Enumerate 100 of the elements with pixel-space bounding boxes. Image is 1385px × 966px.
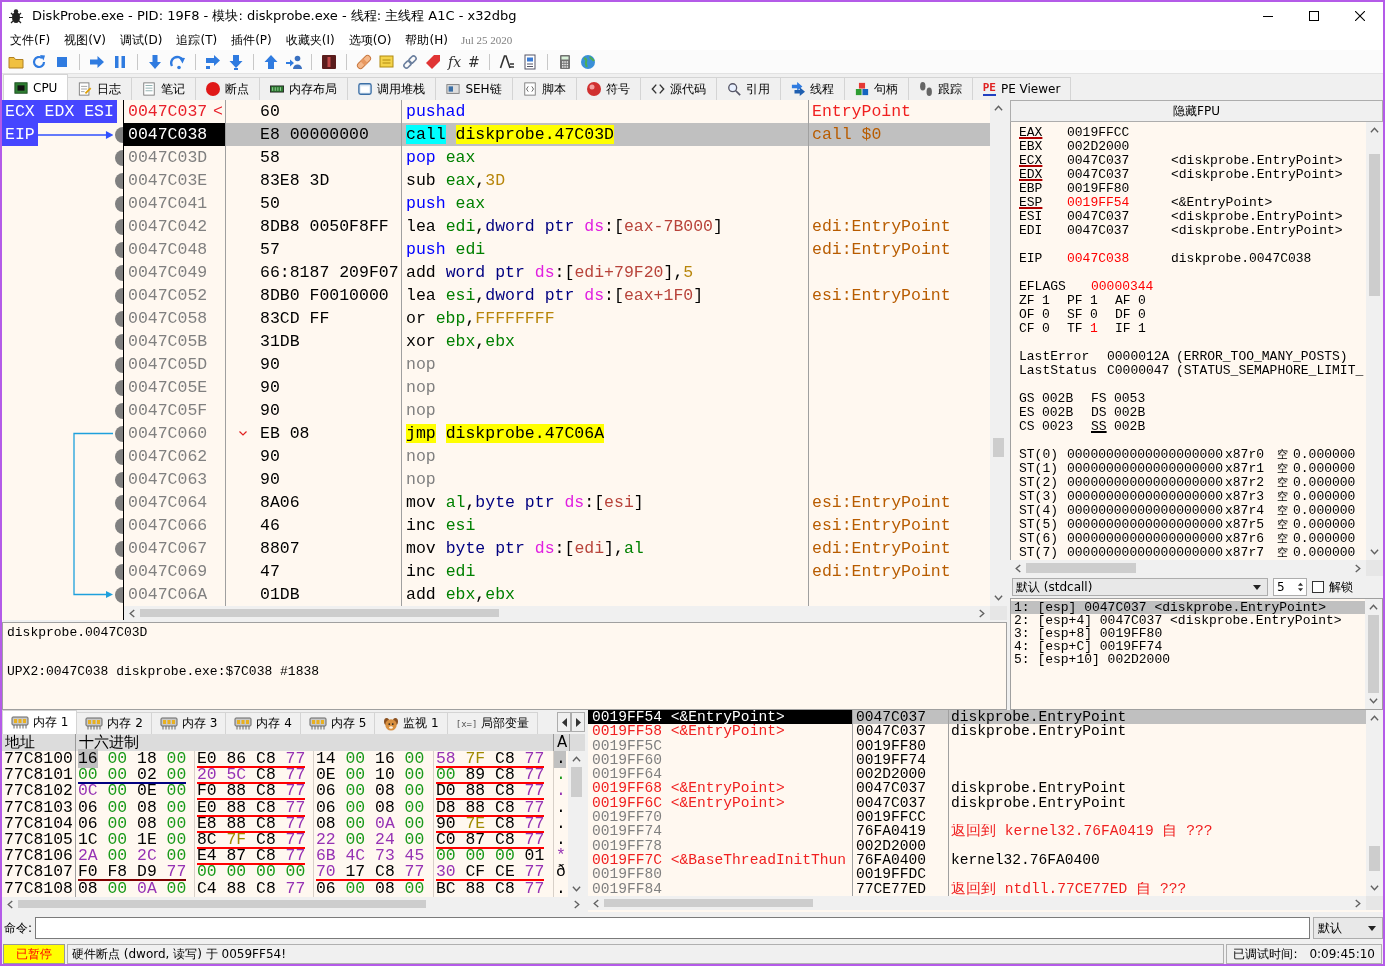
scroll-left-icon[interactable] xyxy=(7,899,13,909)
tab[interactable]: 内存 1 xyxy=(2,710,78,734)
scroll-down-icon[interactable] xyxy=(572,886,581,892)
argument-row[interactable]: 3: [esp+8] 0019FF80 xyxy=(1011,627,1365,640)
register-value[interactable]: 002D2000 xyxy=(1067,140,1130,154)
restart-icon[interactable] xyxy=(31,53,47,70)
stack-row[interactable]: 0019FF6C <&EntryPoint> 0047C037 diskprobe.EntryPoint xyxy=(588,795,1366,811)
register-value[interactable]: 0047C038 xyxy=(1067,252,1130,266)
disassembly-row[interactable]: 0047C041 50 push eax xyxy=(124,192,990,215)
tab[interactable]: PE PE Viewer xyxy=(971,77,1072,100)
scroll-up-icon[interactable] xyxy=(1369,604,1378,610)
stack-row[interactable]: 0019FF7C <&BaseThreadInitThun 76FA0400 kernel32.76FA0400 xyxy=(588,852,1366,868)
menu-item[interactable]: 文件(F) xyxy=(3,31,58,49)
scroll-down-icon[interactable] xyxy=(1370,885,1379,891)
scroll-down-icon[interactable] xyxy=(1369,698,1378,704)
flag-value[interactable]: 0 xyxy=(1090,308,1098,322)
scrollbar-thumb[interactable] xyxy=(571,767,582,797)
disassembly-row[interactable]: 0047C067 8807 mov byte ptr ds:[edi],al edi:EntryPoint xyxy=(124,537,990,560)
flag-value[interactable]: 0 xyxy=(1042,322,1050,336)
disassembly-row[interactable]: 0047C042 8DB8 0050F8FF lea edi,dword ptr ds:[eax-7B000] edi:EntryPoint xyxy=(124,215,990,238)
pause-icon[interactable] xyxy=(112,53,128,70)
toolbar-button[interactable]: fx xyxy=(448,53,462,70)
argument-row[interactable]: 2: [esp+4] 0047C037 <diskprobe.EntryPoint> xyxy=(1011,614,1365,627)
tab[interactable]: 监视 1 xyxy=(374,712,448,734)
disassembly-row[interactable]: 0047C066 46 inc esi esi:EntryPoint xyxy=(124,514,990,537)
globe-icon[interactable] xyxy=(579,53,596,70)
flag-value[interactable]: 1 xyxy=(1090,322,1098,336)
horizontal-scrollbar[interactable] xyxy=(588,896,1366,910)
disassembly-row[interactable]: 0047C052 8DB0 F0010000 lea esi,dword ptr ds:[eax+1F0] esi:EntryPoint xyxy=(124,284,990,307)
scroll-up-icon[interactable] xyxy=(572,756,581,762)
register-value[interactable]: 0047C037 xyxy=(1067,210,1130,224)
font-icon[interactable] xyxy=(498,53,515,70)
disassembly-row[interactable]: 0047C05E 90 nop xyxy=(124,376,990,399)
disassembly-row[interactable]: 0047C038 E8 00000000 call diskprobe.47C03D call $0 xyxy=(124,123,990,146)
register-name[interactable]: ECX xyxy=(1019,154,1043,168)
flag-value[interactable]: 1 xyxy=(1042,294,1050,308)
unlock-label[interactable]: 解锁 xyxy=(1329,578,1353,596)
hex-byte[interactable]: E0 xyxy=(197,749,217,768)
bandage-icon[interactable] xyxy=(356,53,372,70)
disassembly-row[interactable]: 0047C064 8A06 mov al,byte ptr ds:[esi] esi:EntryPoint xyxy=(124,491,990,514)
argument-row[interactable]: 5: [esp+10] 002D2000 xyxy=(1011,653,1365,666)
disassembly-row[interactable]: 0047C05D 90 nop xyxy=(124,353,990,376)
scroll-up-icon[interactable] xyxy=(1370,127,1379,133)
scroll-right-icon[interactable] xyxy=(979,608,985,618)
command-input[interactable] xyxy=(35,917,1310,939)
register-name[interactable]: ESI xyxy=(1019,210,1043,224)
tab[interactable]: CPU xyxy=(3,74,69,100)
segment-value[interactable]: 002B xyxy=(1114,406,1146,420)
scroll-up-icon[interactable] xyxy=(1370,715,1379,721)
scrollbar-thumb[interactable] xyxy=(1369,846,1380,871)
person-arrow-icon[interactable] xyxy=(286,53,302,70)
flag-value[interactable]: 1 xyxy=(1090,294,1098,308)
flag-value[interactable]: 1 xyxy=(1138,322,1146,336)
stack-row[interactable]: 0019FF5C 0019FF80 xyxy=(588,738,1366,753)
register-value[interactable]: 0047C037 xyxy=(1067,224,1130,238)
argument-row[interactable]: 4: [esp+C] 0019FF74 xyxy=(1011,640,1365,653)
scroll-left-icon[interactable] xyxy=(593,898,599,908)
disassembly-row[interactable]: 0047C05B 31DB xor ebx,ebx xyxy=(124,330,990,353)
argument-row[interactable]: 1: [esp] 0047C037 <diskprobe.EntryPoint> xyxy=(1011,601,1365,614)
scrollbar-thumb[interactable] xyxy=(140,609,499,617)
flag-value[interactable]: 0 xyxy=(1042,308,1050,322)
tab-scroll-right-button[interactable] xyxy=(571,712,585,732)
scroll-right-icon[interactable] xyxy=(1355,898,1361,908)
hex-byte[interactable]: 77 xyxy=(285,749,306,768)
calling-convention-dropdown[interactable]: 默认 (stdcall) xyxy=(1012,578,1268,596)
register-value[interactable]: 0019FF54 xyxy=(1067,196,1130,210)
menu-item[interactable]: 插件(P) xyxy=(224,31,279,49)
register-value[interactable]: 0019FFCC xyxy=(1067,126,1130,140)
link-icon[interactable] xyxy=(402,53,418,70)
disassembly-row[interactable]: 0047C03E 83E8 3D sub eax,3D xyxy=(124,169,990,192)
unlock-checkbox[interactable] xyxy=(1312,581,1324,593)
fpu-register-value[interactable]: 00000000000000000000 xyxy=(1067,490,1224,504)
register-name[interactable]: EAX xyxy=(1019,126,1043,140)
menu-item[interactable]: 调试(D) xyxy=(112,31,170,49)
disassembly-row[interactable]: 0047C05F 90 nop xyxy=(124,399,990,422)
hex-byte[interactable]: 00 xyxy=(107,749,128,768)
register-name[interactable]: EDX xyxy=(1019,168,1043,182)
disassembly-row[interactable]: 0047C069 47 inc edi edi:EntryPoint xyxy=(124,560,990,583)
register-name[interactable]: ESP xyxy=(1019,196,1043,210)
segment-value[interactable]: 002B xyxy=(1042,406,1074,420)
hex-byte[interactable]: 14 xyxy=(316,749,336,768)
scroll-right-icon[interactable] xyxy=(1355,563,1361,573)
stack-row[interactable]: 0019FF68 <&EntryPoint> 0047C037 diskprobe.EntryPoint xyxy=(588,781,1366,796)
fpu-register-value[interactable]: 00000000000000000000 xyxy=(1067,504,1224,518)
stack-row[interactable]: 0019FF60 0019FF74 xyxy=(588,752,1366,768)
down-arrow-icon[interactable] xyxy=(228,53,244,70)
toolbar-button[interactable]: # xyxy=(468,53,480,70)
scroll-right-icon[interactable] xyxy=(574,899,580,909)
hex-byte[interactable]: 77 xyxy=(524,749,545,768)
segment-value[interactable]: 002B xyxy=(1114,420,1146,434)
tile-icon[interactable] xyxy=(321,53,337,70)
stack-row[interactable]: 0019FF64 002D2000 xyxy=(588,767,1366,782)
fpu-register-value[interactable]: 00000000000000000000 xyxy=(1067,462,1224,476)
fpu-register-value[interactable]: 00000000000000000000 xyxy=(1067,532,1224,546)
command-mode-dropdown[interactable]: 默认 xyxy=(1313,917,1383,939)
fpu-register-value[interactable]: 00000000000000000000 xyxy=(1067,448,1224,462)
scroll-up-icon[interactable] xyxy=(994,105,1003,111)
register-value[interactable]: 0047C037 xyxy=(1067,154,1130,168)
register-value[interactable]: 00000344 xyxy=(1091,280,1154,294)
vertical-scrollbar[interactable] xyxy=(568,751,585,897)
